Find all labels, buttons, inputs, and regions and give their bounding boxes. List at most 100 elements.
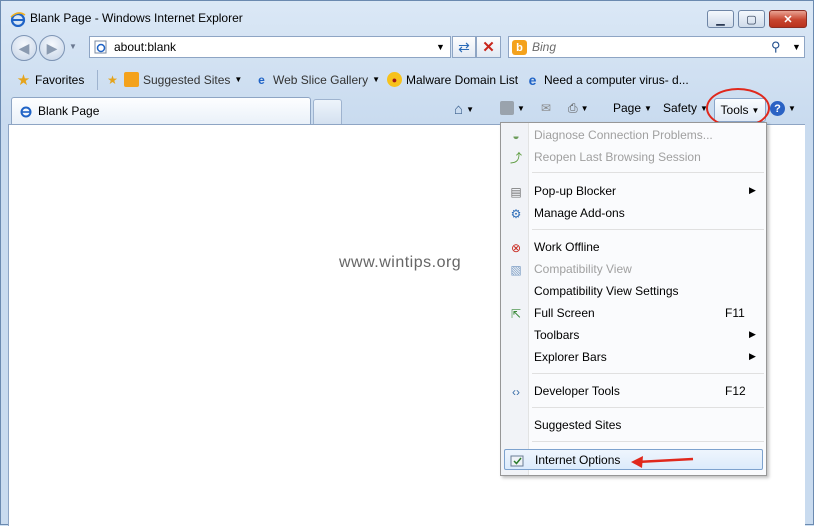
menu-item-label: Work Offline xyxy=(534,240,600,254)
chevron-down-icon: ▼ xyxy=(580,104,589,113)
menu-item-label: Full Screen xyxy=(534,306,595,320)
forward-arrow-icon: ▶ xyxy=(46,39,58,56)
address-input[interactable]: about:blank xyxy=(114,40,176,54)
print-button[interactable]: ⎙ ▼ xyxy=(568,101,589,116)
search-bar[interactable]: b Bing ⚲ ▼ xyxy=(508,36,805,58)
tab-blank-page[interactable]: Blank Page xyxy=(11,97,311,124)
fav-suggested-sites[interactable]: ★ Suggested Sites ▼ xyxy=(105,72,242,87)
minimize-button[interactable]: ▁ xyxy=(707,10,734,28)
work-offline-icon: ⊗ xyxy=(510,240,522,255)
menu-separator xyxy=(532,441,764,442)
internet-options-icon xyxy=(509,453,525,468)
menu-item-diagnose[interactable]: ◒ Diagnose Connection Problems... xyxy=(501,125,766,146)
menu-item-label: Developer Tools xyxy=(534,384,620,398)
menu-item-popup-blocker[interactable]: ▤ Pop-up Blocker ▶ xyxy=(501,181,766,202)
back-arrow-icon: ◀ xyxy=(18,39,30,56)
submenu-arrow-icon: ▶ xyxy=(749,329,756,339)
menu-separator xyxy=(532,229,764,230)
malware-icon: ● xyxy=(387,72,402,87)
feeds-button[interactable]: ▼ xyxy=(500,101,525,115)
ie-logo-icon xyxy=(10,12,26,27)
suggested-sites-icon xyxy=(124,72,139,87)
menu-item-work-offline[interactable]: ⊗ Work Offline xyxy=(501,237,766,258)
help-dropdown[interactable]: ▼ xyxy=(788,104,796,113)
menu-item-manage-addons[interactable]: ⚙ Manage Add-ons xyxy=(501,203,766,224)
mail-icon: ✉ xyxy=(541,101,552,115)
forward-button[interactable]: ▶ xyxy=(39,35,65,61)
title-bar: Blank Page - Windows Internet Explorer ▁… xyxy=(1,1,813,35)
menu-item-full-screen[interactable]: ⇱ Full Screen F11 xyxy=(501,303,766,324)
menu-item-label: Explorer Bars xyxy=(534,350,607,364)
stop-button[interactable]: ✕ xyxy=(476,36,501,58)
search-icon[interactable]: ⚲ xyxy=(771,39,781,55)
close-button[interactable]: ✕ xyxy=(769,10,807,28)
page-menu-button[interactable]: Page ▼ xyxy=(613,101,652,115)
help-icon[interactable]: ? xyxy=(770,101,785,116)
red-annotation-arrow xyxy=(631,456,694,468)
fav-web-slice-label: Web Slice Gallery xyxy=(273,72,369,87)
search-input[interactable]: Bing xyxy=(532,40,556,54)
menu-item-label: Internet Options xyxy=(535,453,621,467)
refresh-button[interactable]: ⇄ xyxy=(452,36,476,58)
menu-item-label: Compatibility View xyxy=(534,262,632,276)
ie-logo-icon: e xyxy=(528,71,537,88)
menu-item-label: Suggested Sites xyxy=(534,418,622,432)
menu-separator xyxy=(532,373,764,374)
back-button[interactable]: ◀ xyxy=(11,35,37,61)
menu-item-explorer-bars[interactable]: Explorer Bars ▶ xyxy=(501,347,766,368)
menu-item-suggested-sites[interactable]: Suggested Sites xyxy=(501,415,766,436)
fav-malware-domain-list[interactable]: ● Malware Domain List xyxy=(387,72,518,87)
favorites-bar: ★ Favorites ★ Suggested Sites ▼ e Web Sl… xyxy=(1,65,813,95)
ie-page-icon: e xyxy=(258,72,265,87)
home-icon: ⌂ xyxy=(454,101,464,118)
menu-item-compat-view-settings[interactable]: Compatibility View Settings xyxy=(501,281,766,302)
window-title: Blank Page - Windows Internet Explorer xyxy=(30,11,243,25)
address-bar[interactable]: about:blank ▼ xyxy=(89,36,451,58)
ie-page-icon xyxy=(94,40,107,54)
fav-virus-article[interactable]: e Need a computer virus- d... xyxy=(525,71,689,88)
reopen-icon: ⤴ xyxy=(509,151,522,165)
shortcut-key: F12 xyxy=(725,384,746,398)
chevron-down-icon: ▼ xyxy=(517,103,525,113)
submenu-arrow-icon: ▶ xyxy=(749,185,756,195)
fav-suggested-sites-label: Suggested Sites xyxy=(143,72,231,87)
read-mail-button[interactable]: ✉ xyxy=(541,101,551,115)
chevron-down-icon: ▼ xyxy=(372,75,381,84)
favorites-button[interactable]: ★ Favorites xyxy=(16,71,85,89)
maximize-button[interactable]: ▢ xyxy=(738,10,765,28)
address-dropdown[interactable]: ▼ xyxy=(436,42,445,52)
refresh-icon: ⇄ xyxy=(458,38,470,55)
favorites-divider xyxy=(97,70,98,90)
fav-web-slice-gallery[interactable]: e Web Slice Gallery ▼ xyxy=(254,72,380,87)
fullscreen-icon: ⇱ xyxy=(510,306,522,321)
ie-window: Blank Page - Windows Internet Explorer ▁… xyxy=(0,0,814,526)
tab-label: Blank Page xyxy=(38,104,100,118)
search-options-dropdown[interactable]: ▼ xyxy=(792,42,801,52)
printer-icon: ⎙ xyxy=(568,101,578,115)
safety-menu-button[interactable]: Safety ▼ xyxy=(663,101,708,115)
safety-menu-label: Safety xyxy=(663,101,698,115)
star-icon: ★ xyxy=(16,71,31,89)
chevron-down-icon: ▼ xyxy=(644,103,652,113)
menu-item-compat-view[interactable]: ▧ Compatibility View xyxy=(501,259,766,280)
tools-dropdown-menu: ◒ Diagnose Connection Problems... ⤴ Reop… xyxy=(500,122,767,476)
menu-item-toolbars[interactable]: Toolbars ▶ xyxy=(501,325,766,346)
compat-view-icon: ▧ xyxy=(510,262,522,277)
favorites-label: Favorites xyxy=(35,72,85,87)
chevron-down-icon: ▼ xyxy=(234,75,243,84)
addons-icon: ⚙ xyxy=(510,206,522,221)
menu-separator xyxy=(532,172,764,173)
menu-item-reopen[interactable]: ⤴ Reopen Last Browsing Session xyxy=(501,147,766,168)
menu-item-developer-tools[interactable]: ‹› Developer Tools F12 xyxy=(501,381,766,402)
popup-blocker-icon: ▤ xyxy=(510,184,522,199)
menu-item-label: Toolbars xyxy=(534,328,580,342)
recent-pages-dropdown[interactable]: ▼ xyxy=(69,42,77,51)
page-menu-label: Page xyxy=(613,101,642,115)
menu-item-label: Manage Add-ons xyxy=(534,206,625,220)
home-button[interactable]: ⌂ ▼ xyxy=(454,101,474,118)
new-tab-button[interactable] xyxy=(313,99,342,124)
menu-item-label: Diagnose Connection Problems... xyxy=(534,128,713,142)
chevron-down-icon: ▼ xyxy=(466,105,474,114)
bing-icon: b xyxy=(512,40,527,55)
stop-icon: ✕ xyxy=(482,39,495,56)
